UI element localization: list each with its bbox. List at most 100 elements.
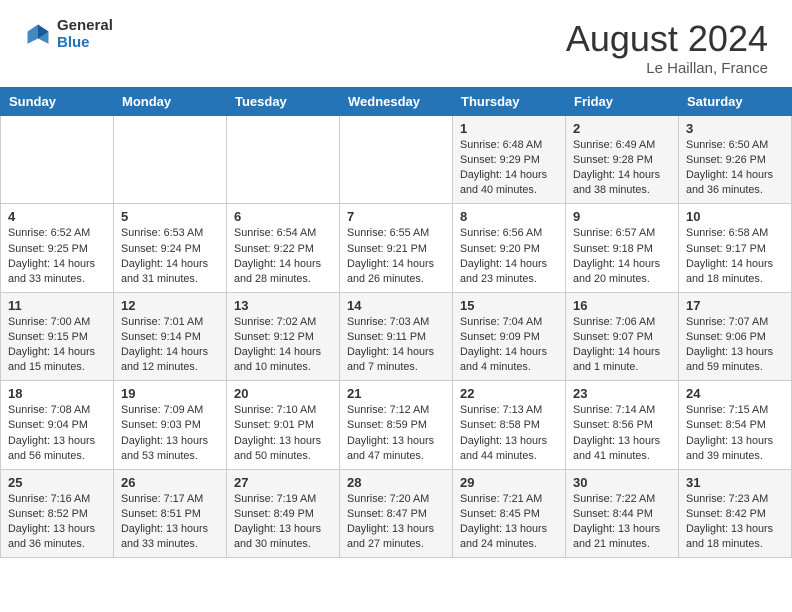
calendar-header-row: SundayMondayTuesdayWednesdayThursdayFrid…: [1, 88, 792, 116]
calendar-day-cell: 3Sunrise: 6:50 AMSunset: 9:26 PMDaylight…: [679, 116, 792, 204]
day-info: Sunrise: 6:48 AMSunset: 9:29 PMDaylight:…: [460, 138, 558, 198]
calendar-day-cell: 14 Sunrise: 7:03 AMSunset: 9:11 PMDayligh…: [340, 292, 453, 380]
calendar-day-cell: 2 Sunrise: 6:49 AMSunset: 9:28 PMDaylight…: [566, 116, 679, 204]
calendar-day-cell: 5 Sunrise: 6:53 AMSunset: 9:24 PMDaylight…: [114, 204, 227, 292]
day-info: Sunrise: 7:00 AMSunset: 9:15 PMDaylight:…: [8, 315, 106, 375]
logo-general: General: [57, 18, 113, 35]
day-info: Sunrise: 7:20 AMSunset: 8:47 PMDaylight:…: [347, 492, 445, 552]
calendar-day-cell: [1, 116, 114, 204]
day-info: Sunrise: 6:52 AMSunset: 9:25 PMDaylight:…: [8, 226, 106, 286]
calendar-day-cell: 20Sunrise: 7:10 AMSunset: 9:01 PMDayligh…: [227, 381, 340, 469]
day-info: Sunrise: 6:57 AMSunset: 9:18 PMDaylight:…: [573, 226, 671, 286]
day-number: 8: [460, 209, 558, 224]
calendar-week-row: 11 Sunrise: 7:00 AMSunset: 9:15 PMDayligh…: [1, 292, 792, 380]
day-number: 25: [8, 475, 106, 490]
day-info: Sunrise: 7:19 AMSunset: 8:49 PMDaylight:…: [234, 492, 332, 552]
logo-icon: [24, 21, 52, 49]
day-info: Sunrise: 7:10 AMSunset: 9:01 PMDaylight:…: [234, 403, 332, 463]
calendar-day-cell: 15Sunrise: 7:04 AMSunset: 9:09 PMDayligh…: [453, 292, 566, 380]
calendar-table: SundayMondayTuesdayWednesdayThursdayFrid…: [0, 87, 792, 558]
calendar-day-cell: 10 Sunrise: 6:58 AMSunset: 9:17 PMDayligh…: [679, 204, 792, 292]
day-number: 1: [460, 121, 558, 136]
day-info: Sunrise: 7:09 AMSunset: 9:03 PMDaylight:…: [121, 403, 219, 463]
logo-text: General Blue: [57, 18, 113, 51]
month-title: August 2024: [566, 18, 768, 60]
calendar-day-cell: [227, 116, 340, 204]
calendar-day-cell: 9 Sunrise: 6:57 AMSunset: 9:18 PMDaylight…: [566, 204, 679, 292]
calendar-header-thursday: Thursday: [453, 88, 566, 116]
day-number: 30: [573, 475, 671, 490]
day-number: 11: [8, 298, 106, 313]
calendar-header-saturday: Saturday: [679, 88, 792, 116]
calendar-day-cell: 29 Sunrise: 7:21 AMSunset: 8:45 PMDayligh…: [453, 469, 566, 557]
page-header: General Blue August 2024 Le Haillan, Fra…: [0, 0, 792, 87]
day-number: 6: [234, 209, 332, 224]
calendar-day-cell: 8Sunrise: 6:56 AMSunset: 9:20 PMDaylight…: [453, 204, 566, 292]
day-info: Sunrise: 7:12 AMSunset: 8:59 PMDaylight:…: [347, 403, 445, 463]
calendar-week-row: 18Sunrise: 7:08 AMSunset: 9:04 PMDayligh…: [1, 381, 792, 469]
title-area: August 2024 Le Haillan, France: [566, 18, 768, 77]
calendar-day-cell: 19 Sunrise: 7:09 AMSunset: 9:03 PMDayligh…: [114, 381, 227, 469]
calendar-day-cell: 28Sunrise: 7:20 AMSunset: 8:47 PMDayligh…: [340, 469, 453, 557]
day-info: Sunrise: 7:21 AMSunset: 8:45 PMDaylight:…: [460, 492, 558, 552]
day-number: 14: [347, 298, 445, 313]
calendar-header-sunday: Sunday: [1, 88, 114, 116]
calendar-day-cell: 1 Sunrise: 6:48 AMSunset: 9:29 PMDaylight…: [453, 116, 566, 204]
calendar-day-cell: 27 Sunrise: 7:19 AMSunset: 8:49 PMDayligh…: [227, 469, 340, 557]
calendar-day-cell: 11 Sunrise: 7:00 AMSunset: 9:15 PMDayligh…: [1, 292, 114, 380]
calendar-day-cell: 4 Sunrise: 6:52 AMSunset: 9:25 PMDaylight…: [1, 204, 114, 292]
calendar-day-cell: 16 Sunrise: 7:06 AMSunset: 9:07 PMDayligh…: [566, 292, 679, 380]
day-number: 19: [121, 386, 219, 401]
calendar-week-row: 4 Sunrise: 6:52 AMSunset: 9:25 PMDaylight…: [1, 204, 792, 292]
day-info: Sunrise: 7:08 AMSunset: 9:04 PMDaylight:…: [8, 403, 106, 463]
calendar-header-wednesday: Wednesday: [340, 88, 453, 116]
calendar-day-cell: 13Sunrise: 7:02 AMSunset: 9:12 PMDayligh…: [227, 292, 340, 380]
location: Le Haillan, France: [566, 60, 768, 77]
day-number: 9: [573, 209, 671, 224]
day-info: Sunrise: 6:58 AMSunset: 9:17 PMDaylight:…: [686, 226, 784, 286]
calendar-day-cell: [114, 116, 227, 204]
day-number: 7: [347, 209, 445, 224]
calendar-day-cell: 26Sunrise: 7:17 AMSunset: 8:51 PMDayligh…: [114, 469, 227, 557]
day-number: 5: [121, 209, 219, 224]
calendar-day-cell: 7Sunrise: 6:55 AMSunset: 9:21 PMDaylight…: [340, 204, 453, 292]
day-info: Sunrise: 7:03 AMSunset: 9:11 PMDaylight:…: [347, 315, 445, 375]
day-info: Sunrise: 7:15 AMSunset: 8:54 PMDaylight:…: [686, 403, 784, 463]
day-info: Sunrise: 6:50 AMSunset: 9:26 PMDaylight:…: [686, 138, 784, 198]
day-number: 17: [686, 298, 784, 313]
calendar-day-cell: 18Sunrise: 7:08 AMSunset: 9:04 PMDayligh…: [1, 381, 114, 469]
day-info: Sunrise: 7:22 AMSunset: 8:44 PMDaylight:…: [573, 492, 671, 552]
day-number: 16: [573, 298, 671, 313]
day-number: 10: [686, 209, 784, 224]
calendar-header-monday: Monday: [114, 88, 227, 116]
day-number: 2: [573, 121, 671, 136]
day-number: 12: [121, 298, 219, 313]
calendar-day-cell: 30 Sunrise: 7:22 AMSunset: 8:44 PMDayligh…: [566, 469, 679, 557]
calendar-day-cell: [340, 116, 453, 204]
day-number: 22: [460, 386, 558, 401]
day-info: Sunrise: 6:53 AMSunset: 9:24 PMDaylight:…: [121, 226, 219, 286]
day-info: Sunrise: 6:54 AMSunset: 9:22 PMDaylight:…: [234, 226, 332, 286]
day-number: 27: [234, 475, 332, 490]
day-info: Sunrise: 7:01 AMSunset: 9:14 PMDaylight:…: [121, 315, 219, 375]
calendar-day-cell: 12 Sunrise: 7:01 AMSunset: 9:14 PMDayligh…: [114, 292, 227, 380]
calendar-day-cell: 31Sunrise: 7:23 AMSunset: 8:42 PMDayligh…: [679, 469, 792, 557]
calendar-week-row: 1 Sunrise: 6:48 AMSunset: 9:29 PMDaylight…: [1, 116, 792, 204]
calendar-header-friday: Friday: [566, 88, 679, 116]
calendar-day-cell: 21Sunrise: 7:12 AMSunset: 8:59 PMDayligh…: [340, 381, 453, 469]
calendar-day-cell: 17 Sunrise: 7:07 AMSunset: 9:06 PMDayligh…: [679, 292, 792, 380]
day-number: 4: [8, 209, 106, 224]
logo: General Blue: [24, 18, 113, 51]
day-number: 26: [121, 475, 219, 490]
day-number: 29: [460, 475, 558, 490]
day-info: Sunrise: 7:13 AMSunset: 8:58 PMDaylight:…: [460, 403, 558, 463]
day-info: Sunrise: 6:49 AMSunset: 9:28 PMDaylight:…: [573, 138, 671, 198]
calendar-week-row: 25Sunrise: 7:16 AMSunset: 8:52 PMDayligh…: [1, 469, 792, 557]
day-info: Sunrise: 7:07 AMSunset: 9:06 PMDaylight:…: [686, 315, 784, 375]
day-number: 24: [686, 386, 784, 401]
day-info: Sunrise: 7:06 AMSunset: 9:07 PMDaylight:…: [573, 315, 671, 375]
day-number: 23: [573, 386, 671, 401]
day-number: 15: [460, 298, 558, 313]
day-number: 31: [686, 475, 784, 490]
day-info: Sunrise: 7:14 AMSunset: 8:56 PMDaylight:…: [573, 403, 671, 463]
